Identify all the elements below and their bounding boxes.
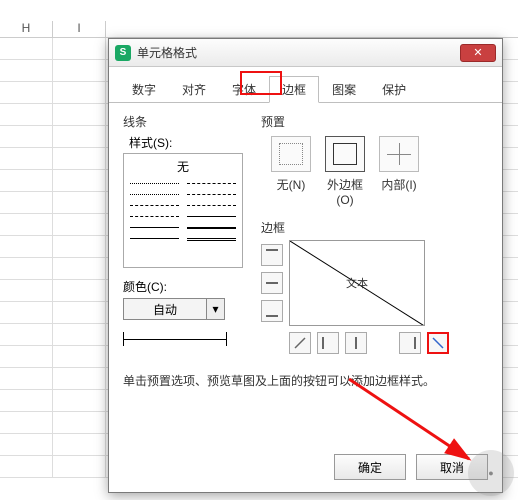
dialog-content: 线条 样式(S): 无	[109, 103, 502, 399]
cell[interactable]	[0, 170, 53, 191]
preview-text: 文本	[346, 275, 368, 291]
cell[interactable]	[53, 368, 106, 389]
cell[interactable]	[53, 434, 106, 455]
cell[interactable]	[53, 104, 106, 125]
cell[interactable]	[53, 412, 106, 433]
lines-group: 线条 样式(S): 无	[123, 113, 243, 354]
tab-border[interactable]: 边框	[269, 76, 319, 103]
lines-label: 线条	[123, 113, 243, 130]
cell[interactable]	[53, 280, 106, 301]
cell[interactable]	[0, 390, 53, 411]
dialog-footer: 确定 取消	[334, 454, 488, 480]
cell[interactable]	[0, 214, 53, 235]
style-option[interactable]	[187, 212, 236, 220]
cell[interactable]	[53, 170, 106, 191]
style-list[interactable]: 无	[123, 153, 243, 268]
cell[interactable]	[0, 148, 53, 169]
cell[interactable]	[0, 434, 53, 455]
cell[interactable]	[0, 236, 53, 257]
cell[interactable]	[53, 302, 106, 323]
cell[interactable]	[0, 258, 53, 279]
watermark-icon: ●	[468, 450, 514, 496]
col-header[interactable]: H	[0, 21, 53, 37]
cell[interactable]	[53, 38, 106, 59]
preset-outline-button[interactable]	[325, 136, 365, 172]
tab-font[interactable]: 字体	[219, 76, 269, 103]
close-button[interactable]: ✕	[460, 44, 496, 62]
cell[interactable]	[53, 192, 106, 213]
cell[interactable]	[53, 346, 106, 367]
tab-pattern[interactable]: 图案	[319, 76, 369, 103]
cell[interactable]	[0, 346, 53, 367]
style-option[interactable]	[130, 223, 179, 231]
preset-label: 预置	[261, 113, 488, 130]
style-option[interactable]	[187, 223, 236, 231]
cell-format-dialog: S 单元格格式 ✕ 数字 对齐 字体 边框 图案 保护 线条 样式(S): 无	[108, 38, 503, 493]
cell[interactable]	[53, 456, 106, 477]
cell[interactable]	[53, 324, 106, 345]
border-diag-up-button[interactable]	[289, 332, 311, 354]
cell[interactable]	[0, 412, 53, 433]
border-mid-v-button[interactable]	[345, 332, 367, 354]
ok-button[interactable]: 确定	[334, 454, 406, 480]
cell[interactable]	[53, 148, 106, 169]
cell[interactable]	[53, 390, 106, 411]
cell[interactable]	[0, 324, 53, 345]
cell[interactable]	[0, 126, 53, 147]
color-select[interactable]: 自动	[123, 298, 207, 320]
style-option[interactable]	[187, 179, 236, 187]
preset-inside-button[interactable]	[379, 136, 419, 172]
style-option[interactable]	[187, 234, 236, 242]
style-none[interactable]: 无	[130, 158, 236, 175]
border-preview[interactable]: 文本	[289, 240, 425, 326]
style-option[interactable]	[130, 234, 179, 242]
cell[interactable]	[53, 214, 106, 235]
preset-outline-label: 外边框(O)	[325, 176, 365, 207]
border-left-button[interactable]	[317, 332, 339, 354]
tab-protect[interactable]: 保护	[369, 76, 419, 103]
hint-text: 单击预置选项、预览草图及上面的按钮可以添加边框样式。	[123, 372, 488, 389]
dialog-tabs: 数字 对齐 字体 边框 图案 保护	[109, 67, 502, 103]
style-option[interactable]	[187, 201, 236, 209]
color-label: 颜色(C):	[123, 278, 243, 295]
cell[interactable]	[0, 192, 53, 213]
cell[interactable]	[53, 82, 106, 103]
cell[interactable]	[53, 258, 106, 279]
cell[interactable]	[53, 236, 106, 257]
cell[interactable]	[0, 280, 53, 301]
line-preview	[123, 332, 227, 346]
tab-number[interactable]: 数字	[119, 76, 169, 103]
style-option[interactable]	[130, 212, 179, 220]
column-headers: H I	[0, 0, 518, 38]
cell[interactable]	[0, 60, 53, 81]
style-option[interactable]	[130, 190, 179, 198]
cell[interactable]	[53, 126, 106, 147]
border-mid-h-button[interactable]	[261, 272, 283, 294]
cell[interactable]	[0, 104, 53, 125]
color-dropdown-button[interactable]: ▾	[207, 298, 225, 320]
dialog-titlebar[interactable]: S 单元格格式 ✕	[109, 39, 502, 67]
cell[interactable]	[0, 368, 53, 389]
cell[interactable]	[0, 38, 53, 59]
cell[interactable]	[0, 82, 53, 103]
border-right-button[interactable]	[399, 332, 421, 354]
col-header[interactable]: I	[53, 21, 106, 37]
preset-inside-label: 内部(I)	[379, 176, 419, 207]
border-bottom-button[interactable]	[261, 300, 283, 322]
app-icon: S	[115, 45, 131, 61]
border-diag-down-button[interactable]	[427, 332, 449, 354]
style-option[interactable]	[187, 190, 236, 198]
preset-none-button[interactable]	[271, 136, 311, 172]
dialog-title: 单元格格式	[137, 44, 460, 61]
preset-none-label: 无(N)	[271, 176, 311, 207]
border-top-button[interactable]	[261, 244, 283, 266]
style-option[interactable]	[130, 201, 179, 209]
style-option[interactable]	[130, 179, 179, 187]
cell[interactable]	[53, 60, 106, 81]
style-label: 样式(S):	[129, 134, 243, 151]
tab-align[interactable]: 对齐	[169, 76, 219, 103]
cell[interactable]	[0, 456, 53, 477]
cell[interactable]	[0, 302, 53, 323]
border-label: 边框	[261, 219, 488, 236]
